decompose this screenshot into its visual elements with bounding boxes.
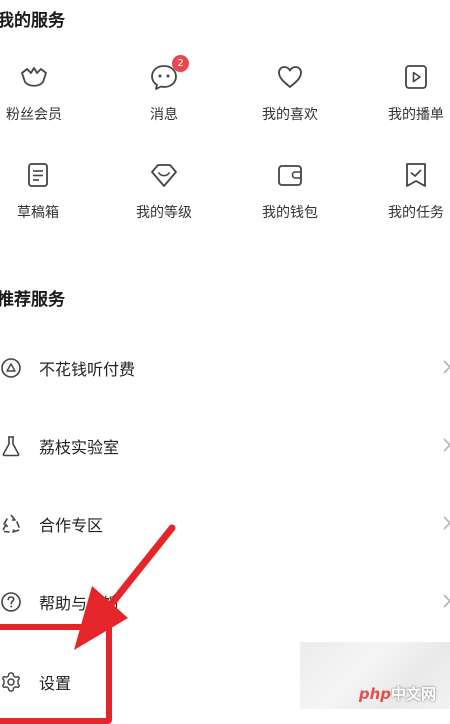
task-icon xyxy=(399,160,433,190)
grid-item-drafts[interactable]: 草稿箱 xyxy=(0,160,88,222)
grid-item-my-likes[interactable]: 我的喜欢 xyxy=(240,62,340,124)
grid-item-label: 我的喜欢 xyxy=(262,107,318,123)
list-row-help-feedback[interactable]: 帮助与反馈 xyxy=(0,577,450,627)
grid-item-my-playlist[interactable]: 我的播单 xyxy=(366,62,450,124)
list-row-label: 合作专区 xyxy=(39,516,104,535)
list-row-label: 帮助与反馈 xyxy=(39,594,120,613)
heart-icon xyxy=(273,62,307,92)
chevron-right-icon xyxy=(442,359,450,375)
help-icon xyxy=(0,591,22,613)
crown-icon xyxy=(17,62,51,92)
list-row-free-listen[interactable]: 不花钱听付费 xyxy=(0,343,450,393)
playlist-icon xyxy=(399,62,433,92)
highlight-box xyxy=(0,624,112,724)
grid-item-fan-membership[interactable]: 粉丝会员 xyxy=(0,62,84,124)
watermark-php: php xyxy=(358,685,391,703)
chevron-right-icon xyxy=(442,593,450,609)
grid-item-label: 我的等级 xyxy=(136,205,192,221)
level-icon xyxy=(147,160,181,190)
list-row-cooperation[interactable]: 合作专区 xyxy=(0,499,450,549)
grid-item-label: 草稿箱 xyxy=(17,205,59,221)
cooperation-icon xyxy=(0,513,22,535)
grid-item-messages[interactable]: 2 消息 xyxy=(114,55,214,124)
list-row-lab[interactable]: 荔枝实验室 xyxy=(0,421,450,471)
chevron-right-icon xyxy=(442,515,450,531)
grid-item-my-wallet[interactable]: 我的钱包 xyxy=(240,160,340,222)
watermark-area: php中文网 xyxy=(300,642,450,709)
unread-badge: 2 xyxy=(172,55,189,72)
watermark-cn: 中文网 xyxy=(390,685,436,703)
list-row-label: 不花钱听付费 xyxy=(39,360,136,379)
wallet-icon xyxy=(273,160,307,190)
flask-icon xyxy=(0,435,22,457)
grid-item-label: 我的钱包 xyxy=(262,205,318,221)
draft-document-icon xyxy=(21,160,55,190)
grid-item-my-tasks[interactable]: 我的任务 xyxy=(366,160,450,222)
grid-item-label: 粉丝会员 xyxy=(6,107,62,123)
chat-bubble-icon: 2 xyxy=(147,55,189,92)
grid-item-label: 我的任务 xyxy=(388,205,444,221)
grid-item-my-level[interactable]: 我的等级 xyxy=(114,160,214,222)
watermark-text: php中文网 xyxy=(359,683,436,704)
grid-item-label: 我的播单 xyxy=(388,107,444,123)
chevron-right-icon xyxy=(442,437,450,453)
list-row-label: 荔枝实验室 xyxy=(39,438,120,457)
section-title-my-services: 我的服务 xyxy=(0,11,65,31)
section-title-recommended: 推荐服务 xyxy=(0,290,65,310)
free-listen-icon xyxy=(0,357,22,379)
grid-item-label: 消息 xyxy=(150,107,178,123)
